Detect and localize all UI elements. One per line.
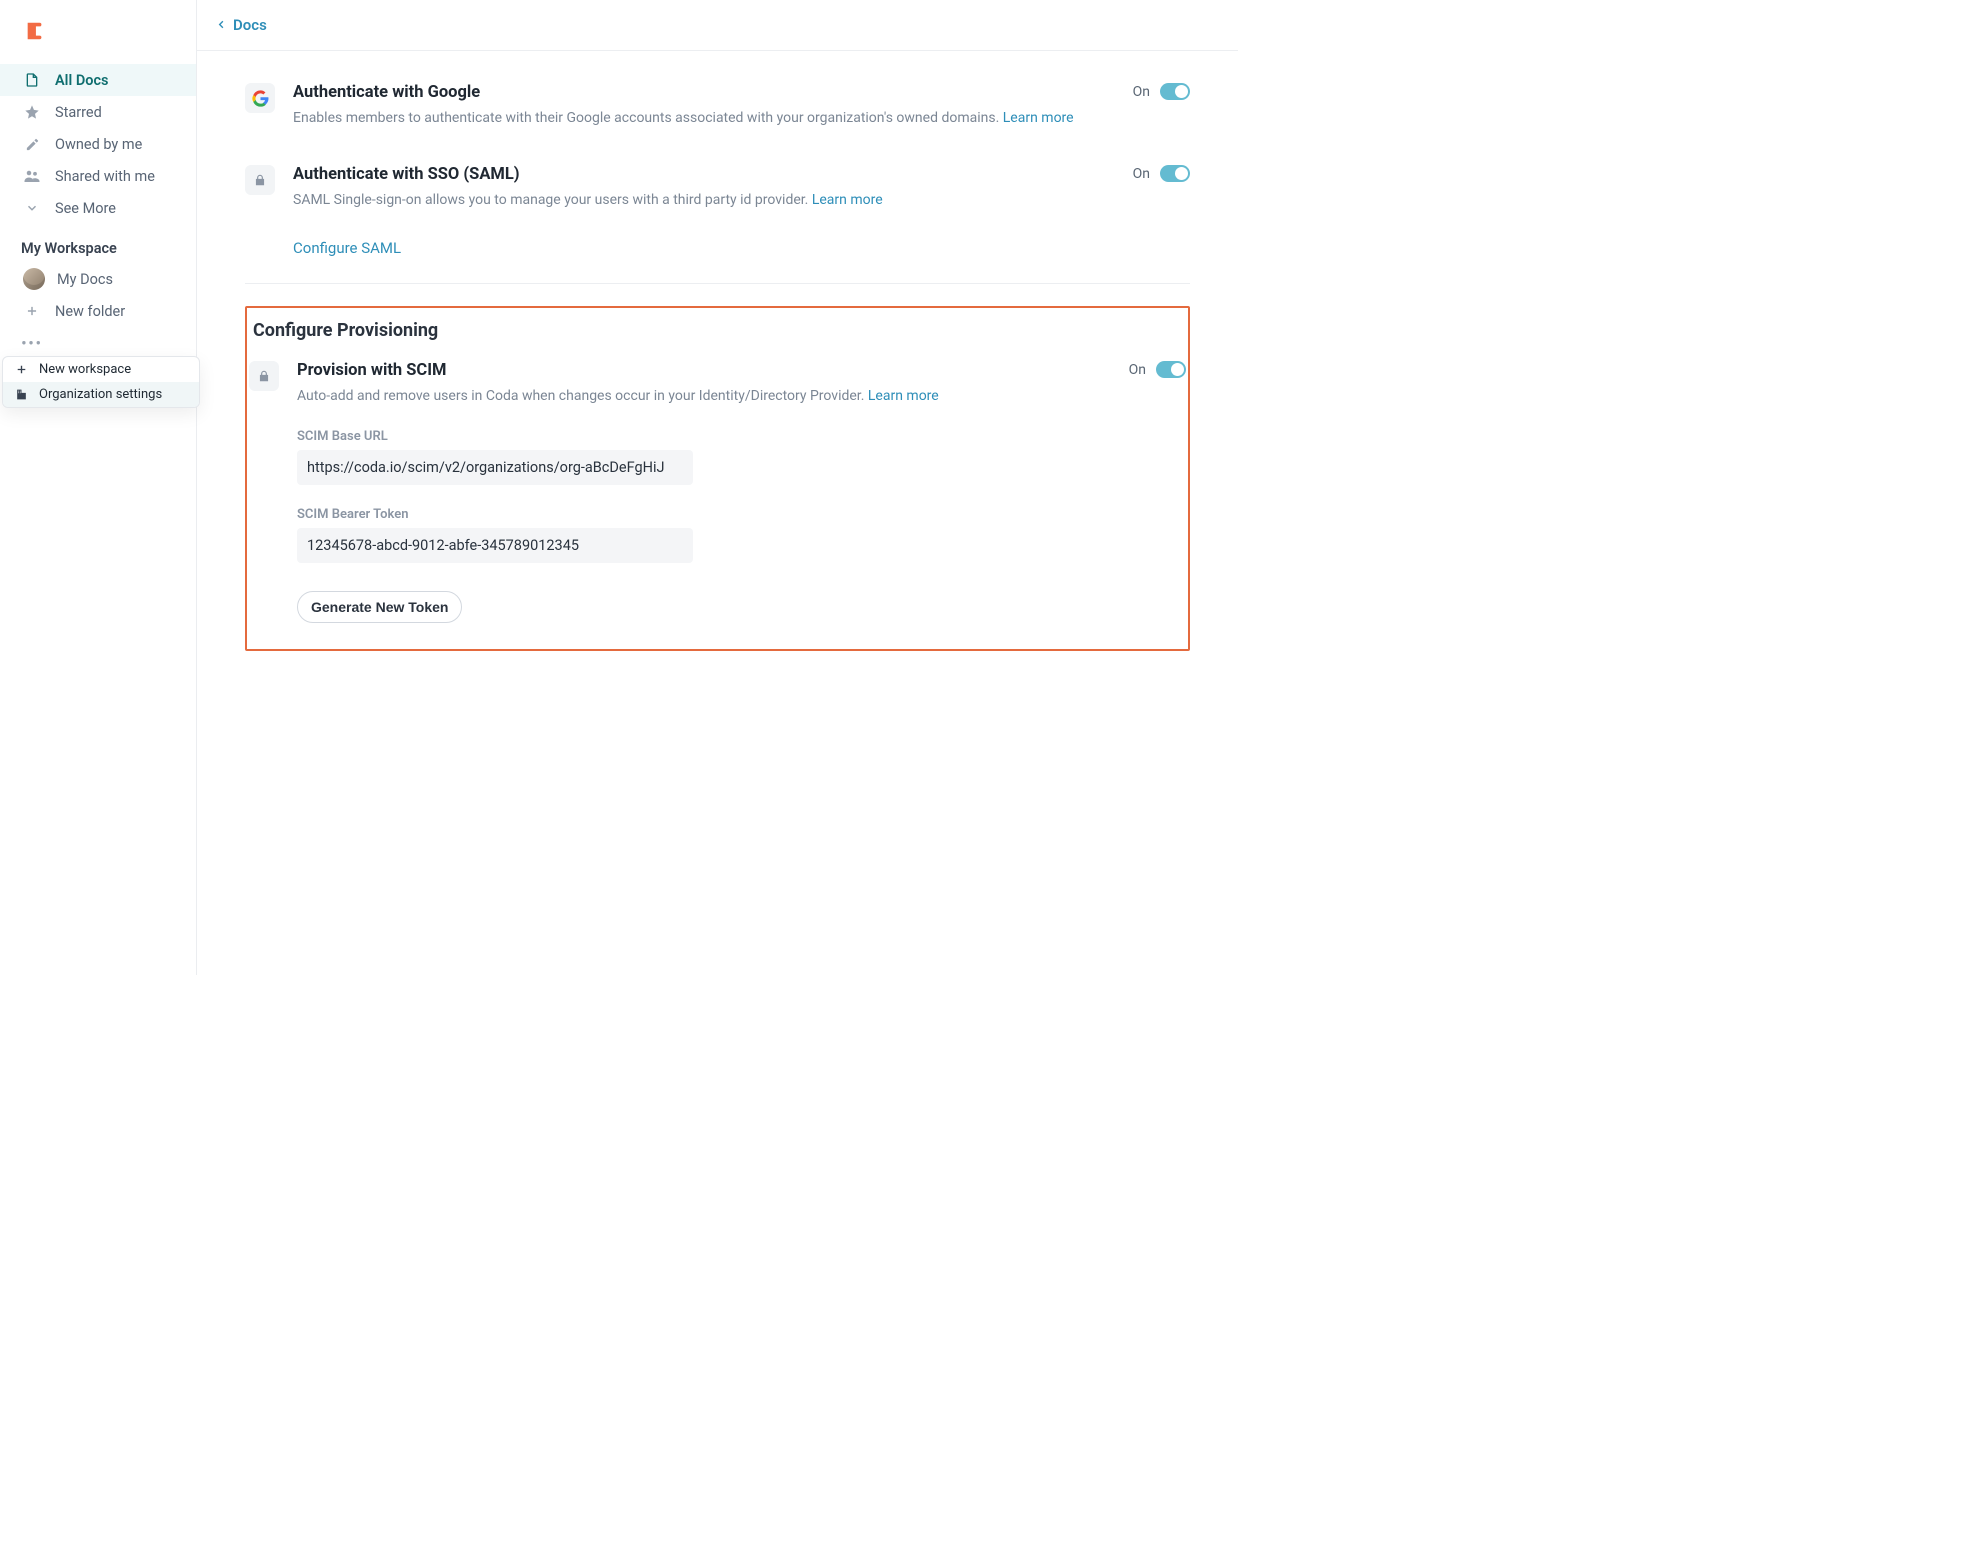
toggle-state-label: On bbox=[1129, 362, 1146, 378]
main-panel: Docs Authenticate with Google Enables me… bbox=[196, 0, 1238, 975]
building-icon bbox=[13, 388, 29, 401]
sidebar: All Docs Starred Owned by me Shared with… bbox=[0, 0, 196, 975]
scim-base-url-value[interactable]: https://coda.io/scim/v2/organizations/or… bbox=[297, 450, 693, 485]
chevron-left-icon bbox=[216, 16, 227, 34]
ellipsis-icon: ••• bbox=[23, 334, 41, 352]
sidebar-item-label: Owned by me bbox=[55, 136, 142, 153]
setting-description: Auto-add and remove users in Coda when c… bbox=[297, 386, 1113, 407]
scim-token-value[interactable]: 12345678-abcd-9012-abfe-345789012345 bbox=[297, 528, 693, 563]
scim-token-label: SCIM Bearer Token bbox=[297, 507, 1113, 522]
star-icon bbox=[23, 103, 41, 121]
sidebar-item-label: New folder bbox=[55, 303, 125, 320]
plus-icon bbox=[23, 302, 41, 320]
setting-description: SAML Single-sign-on allows you to manage… bbox=[293, 190, 1117, 211]
flyout-item-label: New workspace bbox=[39, 362, 131, 377]
sidebar-item-label: All Docs bbox=[55, 72, 108, 89]
provisioning-section-title: Configure Provisioning bbox=[253, 320, 1186, 341]
people-icon bbox=[23, 167, 41, 185]
avatar bbox=[23, 268, 45, 290]
lock-icon bbox=[249, 361, 279, 391]
setting-scim: Provision with SCIM Auto-add and remove … bbox=[249, 351, 1186, 623]
sidebar-item-shared[interactable]: Shared with me bbox=[0, 160, 196, 192]
topbar: Docs bbox=[197, 0, 1238, 51]
configure-saml-link[interactable]: Configure SAML bbox=[293, 239, 401, 257]
sidebar-item-label: See More bbox=[55, 200, 116, 217]
sidebar-item-label: My Docs bbox=[57, 271, 113, 288]
sidebar-item-owned[interactable]: Owned by me bbox=[0, 128, 196, 160]
flyout-item-new-workspace[interactable]: New workspace bbox=[3, 357, 199, 382]
workspace-flyout-menu: New workspace Organization settings bbox=[2, 356, 200, 408]
sidebar-item-label: Starred bbox=[55, 104, 102, 121]
back-label: Docs bbox=[233, 16, 267, 34]
sidebar-item-my-docs[interactable]: My Docs bbox=[0, 263, 196, 295]
plus-icon bbox=[13, 363, 29, 376]
app-logo bbox=[24, 20, 46, 42]
setting-title: Authenticate with SSO (SAML) bbox=[293, 165, 1117, 184]
flyout-item-org-settings[interactable]: Organization settings bbox=[3, 382, 199, 407]
learn-more-link[interactable]: Learn more bbox=[1003, 110, 1074, 126]
learn-more-link[interactable]: Learn more bbox=[868, 388, 939, 404]
section-divider bbox=[245, 283, 1190, 284]
sidebar-item-all-docs[interactable]: All Docs bbox=[0, 64, 196, 96]
sidebar-item-starred[interactable]: Starred bbox=[0, 96, 196, 128]
auth-sso-toggle[interactable] bbox=[1160, 165, 1190, 182]
setting-auth-google: Authenticate with Google Enables members… bbox=[245, 73, 1190, 155]
settings-content: Authenticate with Google Enables members… bbox=[197, 51, 1238, 691]
scim-toggle[interactable] bbox=[1156, 361, 1186, 378]
doc-icon bbox=[23, 71, 41, 89]
setting-title: Provision with SCIM bbox=[297, 361, 1113, 380]
back-to-docs-link[interactable]: Docs bbox=[216, 16, 267, 34]
provisioning-section-highlight: Configure Provisioning Provision with SC… bbox=[245, 306, 1190, 651]
google-icon bbox=[245, 83, 275, 113]
chevron-down-icon bbox=[23, 199, 41, 217]
learn-more-link[interactable]: Learn more bbox=[812, 192, 883, 208]
sidebar-item-label: Shared with me bbox=[55, 168, 155, 185]
generate-token-button[interactable]: Generate New Token bbox=[297, 591, 462, 623]
pencil-icon bbox=[23, 135, 41, 153]
sidebar-item-new-folder[interactable]: New folder bbox=[0, 295, 196, 327]
workspace-heading: My Workspace bbox=[0, 224, 196, 263]
setting-auth-sso: Authenticate with SSO (SAML) SAML Single… bbox=[245, 155, 1190, 283]
scim-base-url-label: SCIM Base URL bbox=[297, 429, 1113, 444]
sidebar-more-menu-button[interactable]: ••• bbox=[0, 327, 196, 359]
toggle-state-label: On bbox=[1133, 166, 1150, 182]
setting-description: Enables members to authenticate with the… bbox=[293, 108, 1117, 129]
auth-google-toggle[interactable] bbox=[1160, 83, 1190, 100]
lock-icon bbox=[245, 165, 275, 195]
sidebar-item-see-more[interactable]: See More bbox=[0, 192, 196, 224]
flyout-item-label: Organization settings bbox=[39, 387, 162, 402]
setting-title: Authenticate with Google bbox=[293, 83, 1117, 102]
toggle-state-label: On bbox=[1133, 84, 1150, 100]
